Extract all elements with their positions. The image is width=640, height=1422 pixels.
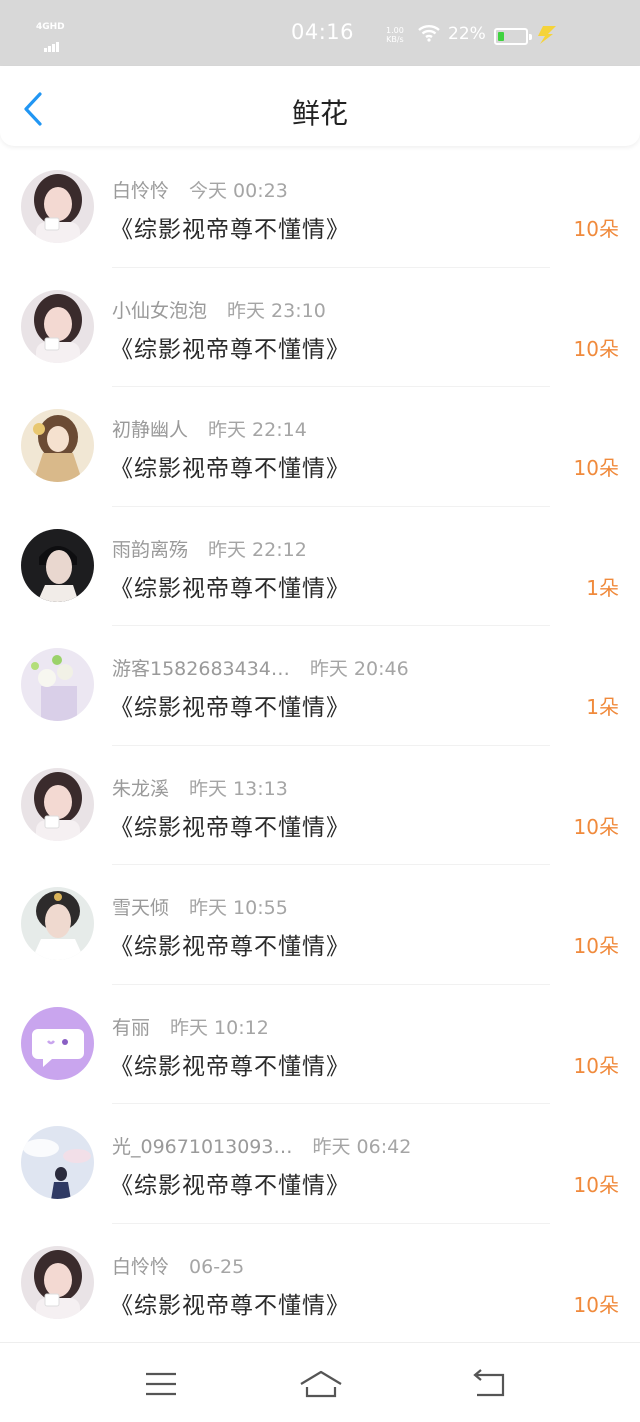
book-title: 《综影视帝尊不懂情》 — [110, 1173, 350, 1199]
list-item[interactable]: 白怜怜 06-25 《综影视帝尊不懂情》 10朵 — [0, 1224, 640, 1343]
book-title: 《综影视帝尊不懂情》 — [110, 695, 350, 721]
item-meta: 白怜怜 06-25 — [112, 1252, 244, 1278]
list-item[interactable]: 游客1582683434… 昨天 20:46 《综影视帝尊不懂情》 1朵 — [0, 626, 640, 746]
book-title: 《综影视帝尊不懂情》 — [110, 1053, 350, 1080]
costume-avatar-icon[interactable] — [21, 887, 94, 960]
flower-avatar-icon[interactable] — [21, 648, 94, 721]
flower-count: 10朵 — [573, 814, 619, 839]
system-nav-bar — [0, 1342, 640, 1422]
network-type: 4GHD — [36, 22, 65, 32]
battery-percent: 22% — [448, 24, 486, 44]
flower-count: 1朵 — [586, 695, 619, 719]
timestamp: 昨天 22:14 — [208, 419, 307, 441]
status-bar: 4GHD 04:16 1.00 KB/s 22% — [0, 0, 640, 66]
list-item[interactable]: 白怜怜 今天 00:23 《综影视帝尊不懂情》 10朵 — [0, 148, 640, 268]
flower-count: 10朵 — [573, 1292, 619, 1317]
menu-icon — [146, 1372, 176, 1396]
battery-icon — [494, 28, 532, 45]
chat-bubble-avatar-icon[interactable] — [21, 1006, 94, 1080]
flower-count: 1朵 — [586, 575, 619, 600]
item-meta: 有丽 昨天 10:12 — [112, 1013, 269, 1039]
book-title: 《综影视帝尊不懂情》 — [110, 814, 350, 841]
list-item[interactable]: 初静幽人 昨天 22:14 《综影视帝尊不懂情》 10朵 — [0, 387, 640, 507]
username[interactable]: 光_09671013093… — [112, 1136, 292, 1158]
book-title: 《综影视帝尊不懂情》 — [110, 1292, 350, 1319]
item-meta: 初静幽人 昨天 22:14 — [112, 415, 307, 441]
flower-count: 10朵 — [573, 336, 619, 361]
signal-icon: 4GHD — [36, 22, 70, 52]
item-meta: 朱龙溪 昨天 13:13 — [112, 774, 288, 800]
username[interactable]: 游客1582683434… — [112, 658, 290, 680]
username[interactable]: 白怜怜 — [112, 180, 169, 202]
item-meta: 小仙女泡泡 昨天 23:10 — [112, 296, 326, 322]
username[interactable]: 白怜怜 — [112, 1256, 169, 1278]
speed-unit: KB/s — [386, 35, 404, 44]
book-title: 《综影视帝尊不懂情》 — [110, 336, 350, 363]
back-icon — [473, 1369, 505, 1397]
item-meta: 光_09671013093… 昨天 06:42 — [112, 1132, 411, 1158]
timestamp: 昨天 22:12 — [208, 538, 307, 561]
list-item[interactable]: 小仙女泡泡 昨天 23:10 《综影视帝尊不懂情》 10朵 — [0, 268, 640, 387]
username[interactable]: 雪天倾 — [112, 897, 169, 919]
item-meta: 雨韵离殇 昨天 22:12 — [112, 535, 307, 561]
list-item[interactable]: 雨韵离殇 昨天 22:12 《综影视帝尊不懂情》 1朵 — [0, 507, 640, 626]
back-nav-button[interactable] — [469, 1369, 509, 1399]
timestamp: 昨天 20:46 — [309, 658, 409, 680]
timestamp: 今天 00:23 — [189, 180, 288, 202]
speed-value: 1.00 — [386, 26, 404, 35]
wifi-icon — [418, 25, 440, 42]
username[interactable]: 雨韵离殇 — [112, 539, 188, 561]
item-meta: 白怜怜 今天 00:23 — [112, 176, 288, 202]
timestamp: 昨天 10:12 — [170, 1016, 269, 1039]
page-header: 鲜花 — [0, 66, 640, 146]
man-avatar-icon[interactable] — [21, 528, 94, 602]
username[interactable]: 小仙女泡泡 — [112, 300, 207, 322]
girl-avatar-icon[interactable] — [21, 289, 94, 363]
item-meta: 雪天倾 昨天 10:55 — [112, 893, 288, 919]
girl-avatar-icon[interactable] — [21, 767, 94, 841]
sky-avatar-icon[interactable] — [21, 1126, 94, 1199]
list-item[interactable]: 雪天倾 昨天 10:55 《综影视帝尊不懂情》 10朵 — [0, 865, 640, 985]
book-title: 《综影视帝尊不懂情》 — [110, 456, 350, 482]
timestamp: 昨天 23:10 — [227, 299, 326, 322]
flower-count: 10朵 — [573, 217, 619, 241]
username[interactable]: 有丽 — [112, 1017, 150, 1039]
book-title: 《综影视帝尊不懂情》 — [110, 575, 350, 602]
book-title: 《综影视帝尊不懂情》 — [110, 217, 350, 243]
item-meta: 游客1582683434… 昨天 20:46 — [112, 654, 409, 680]
home-icon — [300, 1370, 342, 1398]
book-title: 《综影视帝尊不懂情》 — [110, 934, 350, 960]
username[interactable]: 朱龙溪 — [112, 778, 169, 800]
clock: 04:16 — [291, 20, 355, 44]
list-item[interactable]: 朱龙溪 昨天 13:13 《综影视帝尊不懂情》 10朵 — [0, 746, 640, 865]
flower-count: 10朵 — [573, 934, 619, 958]
timestamp: 昨天 13:13 — [189, 777, 288, 800]
timestamp: 06-25 — [189, 1255, 245, 1278]
menu-button[interactable] — [141, 1369, 181, 1399]
network-speed: 1.00 KB/s — [386, 26, 404, 44]
timestamp: 昨天 10:55 — [189, 897, 288, 919]
flower-count: 10朵 — [573, 456, 619, 480]
timestamp: 昨天 06:42 — [312, 1136, 412, 1158]
charging-icon — [538, 26, 556, 44]
girl-avatar-icon[interactable] — [21, 1245, 94, 1319]
list-item[interactable]: 光_09671013093… 昨天 06:42 《综影视帝尊不懂情》 10朵 — [0, 1104, 640, 1224]
home-button[interactable] — [298, 1369, 344, 1399]
flower-count: 10朵 — [573, 1053, 619, 1078]
page-title: 鲜花 — [291, 97, 348, 130]
flower-count: 10朵 — [573, 1173, 619, 1197]
username[interactable]: 初静幽人 — [112, 419, 188, 441]
girl-avatar-icon[interactable] — [21, 170, 94, 243]
anime-avatar-icon[interactable] — [21, 409, 94, 482]
list-item[interactable]: 有丽 昨天 10:12 《综影视帝尊不懂情》 10朵 — [0, 985, 640, 1104]
